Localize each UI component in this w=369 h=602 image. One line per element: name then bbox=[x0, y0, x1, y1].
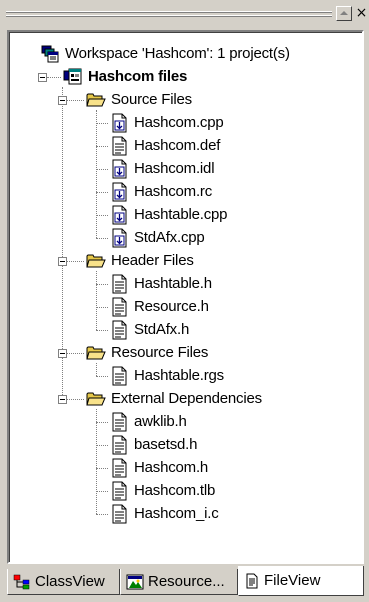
file-tree: Workspace 'Hashcom': 1 project(s) Hashco… bbox=[9, 32, 362, 562]
source-file-icon bbox=[109, 159, 129, 179]
tree-connector bbox=[96, 468, 108, 469]
text-file-icon bbox=[109, 435, 129, 455]
folder-open-icon bbox=[86, 90, 106, 110]
tree-connector bbox=[67, 261, 84, 262]
text-file-icon bbox=[109, 366, 129, 386]
file-tree-panel[interactable]: Workspace 'Hashcom': 1 project(s) Hashco… bbox=[7, 30, 364, 564]
resourceview-icon bbox=[126, 574, 144, 590]
file-label[interactable]: Hashcom.h bbox=[134, 458, 208, 478]
folder-open-icon bbox=[86, 251, 106, 271]
tree-connector bbox=[67, 399, 84, 400]
text-file-icon bbox=[109, 297, 129, 317]
tree-connector bbox=[96, 422, 108, 423]
close-icon[interactable]: × bbox=[354, 4, 369, 22]
tree-connector bbox=[96, 192, 108, 193]
source-file-icon bbox=[109, 182, 129, 202]
text-file-icon bbox=[109, 458, 129, 478]
file-label[interactable]: StdAfx.cpp bbox=[134, 228, 205, 248]
tree-connector bbox=[96, 491, 108, 492]
file-label[interactable]: Hashcom.tlb bbox=[134, 481, 215, 501]
grip-line bbox=[6, 12, 332, 13]
tab-label: FileView bbox=[264, 572, 321, 589]
text-file-icon bbox=[109, 481, 129, 501]
source-file-icon bbox=[109, 228, 129, 248]
tree-connector bbox=[96, 284, 108, 285]
project-collapse-toggle[interactable] bbox=[38, 73, 47, 82]
project-icon bbox=[63, 67, 83, 87]
project-label[interactable]: Hashcom files bbox=[88, 67, 187, 87]
text-file-icon bbox=[109, 320, 129, 340]
tree-connector bbox=[96, 307, 108, 308]
tab-resource[interactable]: Resource... bbox=[120, 569, 238, 595]
tree-connector bbox=[96, 238, 108, 239]
file-label[interactable]: Hashcom.def bbox=[134, 136, 220, 156]
tree-connector bbox=[96, 363, 97, 376]
tab-label: Resource... bbox=[148, 573, 225, 590]
tree-connector bbox=[96, 514, 108, 515]
source-file-icon bbox=[109, 113, 129, 133]
tree-connector bbox=[96, 123, 108, 124]
tab-classview[interactable]: ClassView bbox=[7, 569, 120, 595]
file-label[interactable]: Hashtable.cpp bbox=[134, 205, 227, 225]
tree-connector bbox=[96, 445, 108, 446]
folder-open-icon bbox=[86, 389, 106, 409]
view-tabs: ClassView Resource... FileView bbox=[0, 564, 369, 602]
tree-connector bbox=[96, 215, 108, 216]
source-file-icon bbox=[109, 205, 129, 225]
file-label[interactable]: Hashtable.h bbox=[134, 274, 212, 294]
folder-label[interactable]: Resource Files bbox=[111, 343, 208, 363]
file-label[interactable]: Hashcom.idl bbox=[134, 159, 215, 179]
folder-collapse-toggle[interactable] bbox=[58, 395, 67, 404]
tree-connector bbox=[47, 77, 61, 78]
classview-icon bbox=[13, 574, 31, 590]
fileview-icon bbox=[244, 573, 260, 589]
tree-connector bbox=[96, 271, 97, 330]
folder-label[interactable]: Header Files bbox=[111, 251, 194, 271]
tree-connector bbox=[96, 376, 108, 377]
file-label[interactable]: awklib.h bbox=[134, 412, 187, 432]
file-label[interactable]: Hashtable.rgs bbox=[134, 366, 224, 386]
file-label[interactable]: Resource.h bbox=[134, 297, 209, 317]
tree-connector bbox=[67, 353, 84, 354]
scroll-up-button[interactable] bbox=[336, 6, 352, 21]
file-label[interactable]: basetsd.h bbox=[134, 435, 197, 455]
tree-connector bbox=[96, 409, 97, 514]
tree-connector bbox=[96, 146, 108, 147]
tree-connector bbox=[96, 330, 108, 331]
text-file-icon bbox=[109, 136, 129, 156]
folder-collapse-toggle[interactable] bbox=[58, 96, 67, 105]
folder-label[interactable]: Source Files bbox=[111, 90, 192, 110]
text-file-icon bbox=[109, 504, 129, 524]
grip-line bbox=[6, 16, 332, 17]
folder-collapse-toggle[interactable] bbox=[58, 349, 67, 358]
tab-label: ClassView bbox=[35, 573, 105, 590]
tree-connector bbox=[96, 169, 108, 170]
workspace-icon bbox=[40, 44, 60, 64]
workspace-label[interactable]: Workspace 'Hashcom': 1 project(s) bbox=[65, 44, 290, 64]
text-file-icon bbox=[109, 274, 129, 294]
toolbar-grip[interactable]: × bbox=[0, 0, 369, 30]
file-label[interactable]: Hashcom_i.c bbox=[134, 504, 219, 524]
folder-collapse-toggle[interactable] bbox=[58, 257, 67, 266]
file-label[interactable]: Hashcom.rc bbox=[134, 182, 212, 202]
file-label[interactable]: Hashcom.cpp bbox=[134, 113, 224, 133]
folder-open-icon bbox=[86, 343, 106, 363]
tab-fileview[interactable]: FileView bbox=[238, 566, 364, 596]
folder-label[interactable]: External Dependencies bbox=[111, 389, 262, 409]
file-label[interactable]: StdAfx.h bbox=[134, 320, 189, 340]
tree-connector bbox=[67, 100, 84, 101]
tree-connector bbox=[96, 110, 97, 238]
text-file-icon bbox=[109, 412, 129, 432]
